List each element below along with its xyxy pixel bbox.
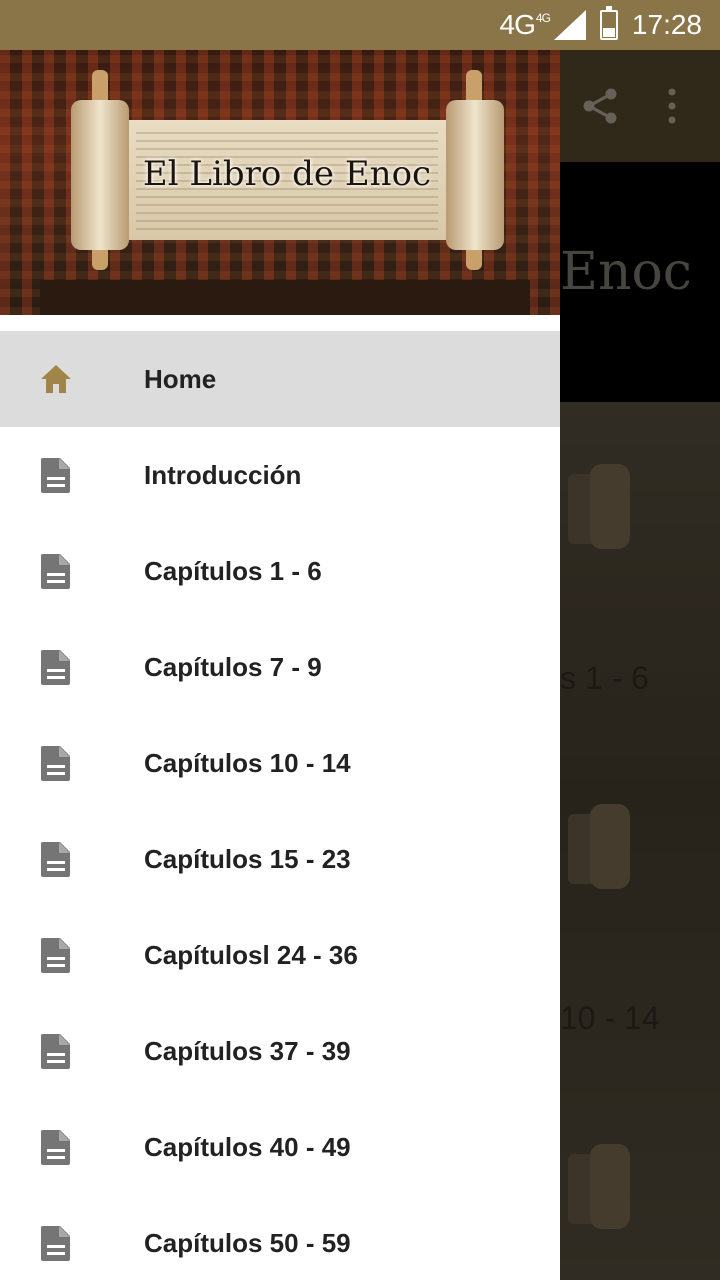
menu-item-capitulos-1-6[interactable]: Capítulos 1 - 6 — [0, 523, 560, 619]
menu-item-label: Introducción — [144, 459, 302, 490]
network-type: 4G — [499, 9, 536, 40]
network-indicator: 4G 4G — [499, 9, 551, 41]
document-icon — [41, 554, 70, 589]
signal-icon — [553, 10, 586, 40]
home-icon — [41, 365, 71, 393]
document-icon — [41, 650, 70, 685]
menu-item-label: Home — [144, 363, 217, 394]
document-icon — [41, 1130, 70, 1165]
more-vert-icon[interactable] — [662, 88, 682, 124]
clock: 17:28 — [631, 9, 702, 40]
scroll-image — [568, 1144, 630, 1229]
menu-item-label: Capítulos 10 - 14 — [144, 747, 351, 778]
document-icon — [41, 938, 70, 973]
share-icon[interactable] — [580, 86, 620, 126]
scroll-image — [568, 464, 630, 549]
background-card-label: s 1 - 6 — [560, 660, 649, 696]
menu-item-label: Capítulos 7 - 9 — [144, 651, 322, 682]
menu-item-introduccion[interactable]: Introducción — [0, 427, 560, 523]
drawer-menu: Home Introducción Capítulos 1 - 6 Capítu… — [0, 331, 560, 1280]
menu-item-capitulos-24-36[interactable]: Capítulosl 24 - 36 — [0, 907, 560, 1003]
document-icon — [41, 1226, 70, 1261]
menu-item-capitulos-50-59[interactable]: Capítulos 50 - 59 — [0, 1195, 560, 1280]
menu-item-label: Capítulos 1 - 6 — [144, 555, 322, 586]
document-icon — [41, 1034, 70, 1069]
menu-item-capitulos-10-14[interactable]: Capítulos 10 - 14 — [0, 715, 560, 811]
menu-item-label: Capítulos 50 - 59 — [144, 1227, 351, 1258]
status-bar: 4G 4G 17:28 — [0, 0, 720, 50]
menu-item-label: Capítulos 37 - 39 — [144, 1035, 351, 1066]
drawer-header: El Libro de Enoc — [0, 50, 560, 315]
menu-item-capitulos-37-39[interactable]: Capítulos 37 - 39 — [0, 1003, 560, 1099]
battery-icon — [599, 6, 618, 40]
scroll-roll — [71, 100, 129, 250]
document-icon — [41, 458, 70, 493]
menu-item-home[interactable]: Home — [0, 331, 560, 427]
document-icon — [41, 842, 70, 877]
scroll-image — [568, 804, 630, 889]
navigation-drawer: El Libro de Enoc Home Introducción Capít… — [0, 50, 560, 1280]
document-icon — [41, 746, 70, 781]
background-card-label: 10 - 14 — [560, 1000, 660, 1036]
menu-item-capitulos-7-9[interactable]: Capítulos 7 - 9 — [0, 619, 560, 715]
network-type-small: 4G — [535, 11, 551, 25]
menu-item-label: Capítulosl 24 - 36 — [144, 939, 358, 970]
table — [40, 280, 530, 315]
menu-item-capitulos-40-49[interactable]: Capítulos 40 - 49 — [0, 1099, 560, 1195]
menu-item-label: Capítulos 40 - 49 — [144, 1131, 351, 1162]
drawer-header-title: El Libro de Enoc — [142, 154, 432, 194]
menu-item-label: Capítulos 15 - 23 — [144, 843, 351, 874]
scroll-roll — [446, 100, 504, 250]
menu-item-capitulos-15-23[interactable]: Capítulos 15 - 23 — [0, 811, 560, 907]
banner-text: Enoc — [560, 242, 692, 302]
